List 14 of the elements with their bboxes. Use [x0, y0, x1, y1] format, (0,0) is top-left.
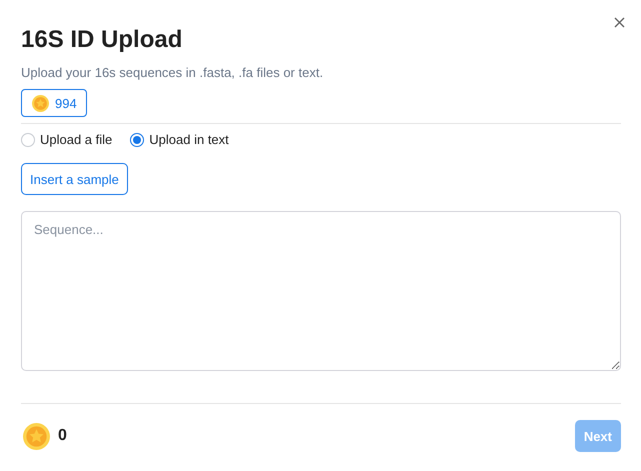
radio-button[interactable]: [21, 132, 35, 146]
sequence-field[interactable]: Sequence...: [21, 211, 621, 371]
radio-button[interactable]: [130, 132, 144, 146]
dialog-title: 16S ID Upload: [21, 25, 184, 55]
dialog-subtitle: Upload your 16s sequences in .fasta, .fa files or text.: [21, 65, 324, 81]
cost-value: 0: [58, 427, 67, 445]
close-button[interactable]: [612, 15, 627, 30]
balance-badge: 994: [21, 89, 87, 117]
coin-icon: [23, 422, 50, 450]
insert-sample-button[interactable]: Insert a sample: [21, 163, 128, 195]
radio-label[interactable]: Upload in text: [149, 132, 229, 147]
close-icon: [614, 17, 625, 28]
radio-label[interactable]: Upload a file: [40, 132, 112, 147]
coin-icon: [32, 94, 49, 112]
